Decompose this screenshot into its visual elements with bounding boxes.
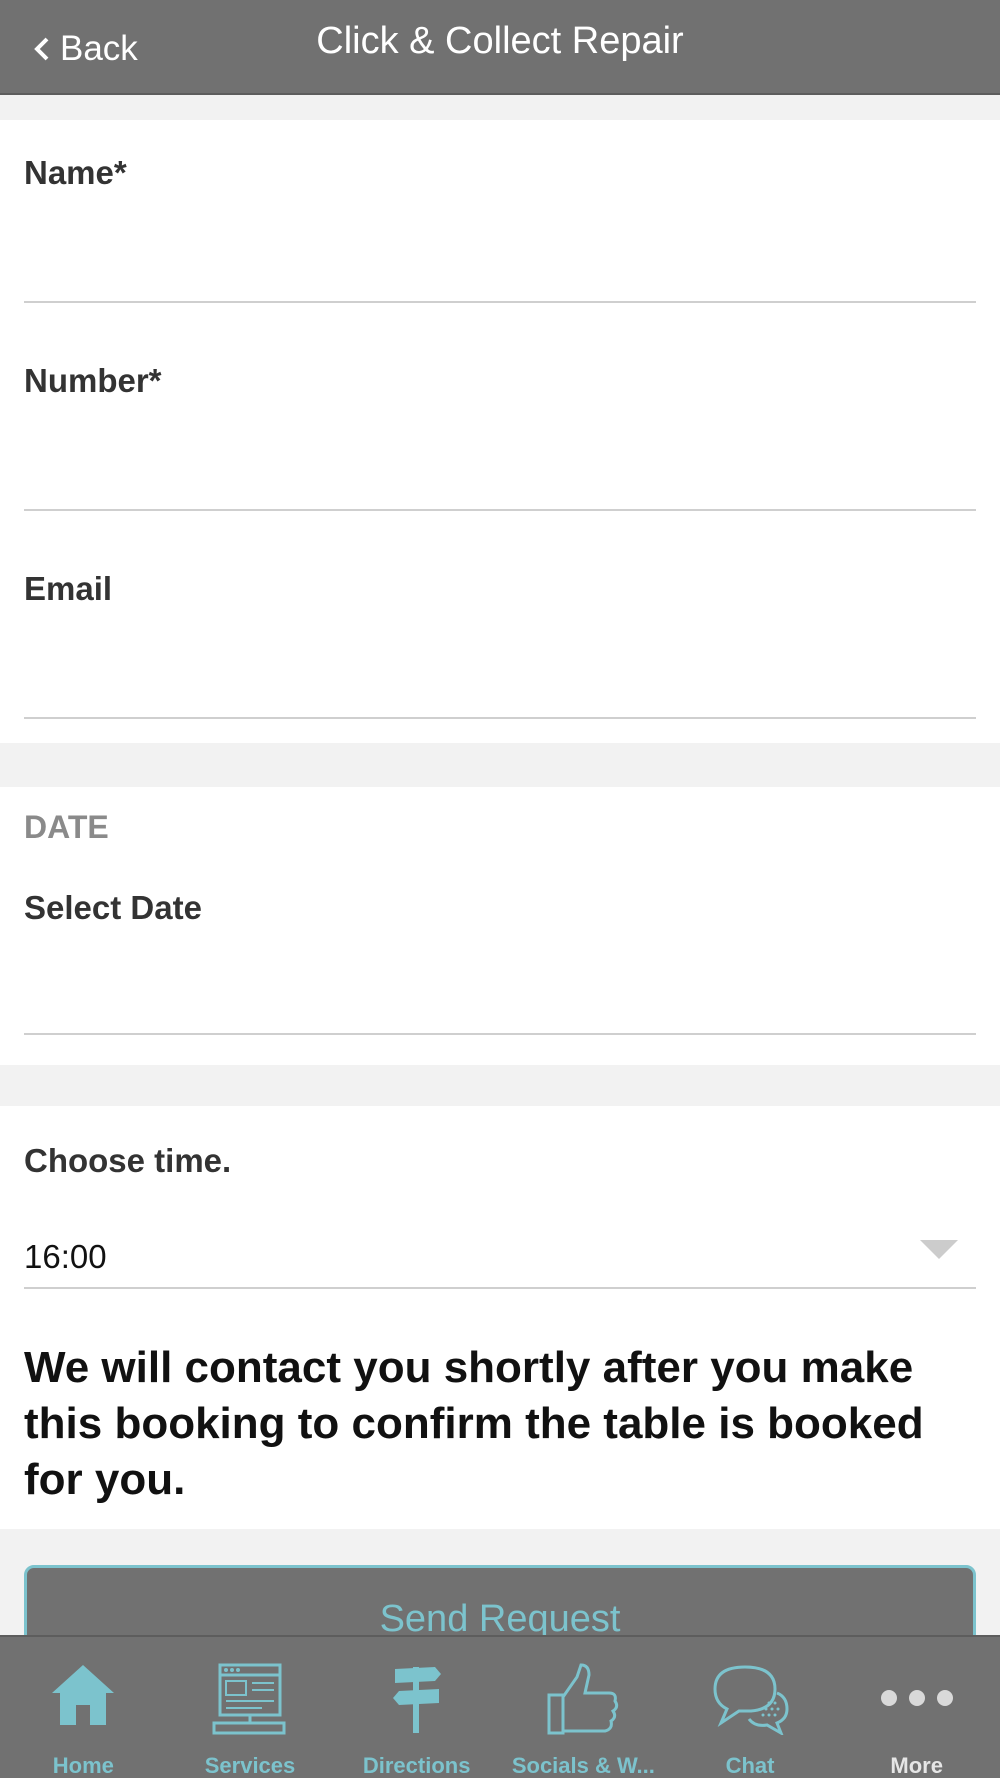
computer-icon [212,1663,286,1735]
tab-socials-label: Socials & W... [511,1753,655,1778]
select-date-label: Select Date [24,889,202,926]
tab-socials[interactable]: Socials & W... [500,1637,667,1778]
tab-directions-label: Directions [362,1753,471,1778]
date-section-label: DATE [24,809,109,845]
chat-bubbles-icon [713,1665,789,1735]
select-date-field[interactable] [24,957,976,1017]
select-date-underline [24,1033,976,1035]
number-label: Number* [24,362,162,399]
tab-directions[interactable]: Directions [333,1637,500,1778]
contact-section: Name* Number* Email [0,120,1000,743]
tab-home[interactable]: Home [0,1637,167,1778]
booking-notice: We will contact you shortly after you ma… [24,1343,924,1504]
tab-services[interactable]: Services [167,1637,334,1778]
more-dots-icon [880,1690,953,1706]
time-section: Choose time. 16:00 We will contact you s… [0,1106,1000,1529]
time-select[interactable]: 16:00 [0,1206,1000,1286]
bottom-tab-bar: Home Services Directions Socials & W... … [0,1635,1000,1778]
dropdown-arrow-icon [920,1240,958,1259]
email-underline [24,717,976,719]
name-field[interactable] [24,230,976,290]
tab-services-label: Services [204,1753,296,1778]
home-icon [52,1665,115,1725]
date-section: DATE Select Date [0,787,1000,1065]
nav-header: Back Click & Collect Repair [0,0,1000,95]
page-title: Click & Collect Repair [316,20,684,62]
tab-home-label: Home [52,1753,114,1778]
signpost-icon [392,1667,441,1733]
name-underline [24,301,976,303]
thumbs-up-icon [547,1663,619,1735]
tab-more-label: More [890,1753,943,1778]
email-field[interactable] [24,646,976,706]
name-label: Name* [24,154,127,191]
number-field[interactable] [24,438,976,498]
choose-time-label: Choose time. [24,1142,232,1179]
tab-chat-label: Chat [725,1753,775,1778]
tab-chat[interactable]: Chat [667,1637,834,1778]
time-underline [24,1287,976,1289]
number-underline [24,509,976,511]
time-select-value: 16:00 [24,1238,107,1275]
email-label: Email [24,570,113,607]
tab-more[interactable]: More [833,1637,1000,1778]
